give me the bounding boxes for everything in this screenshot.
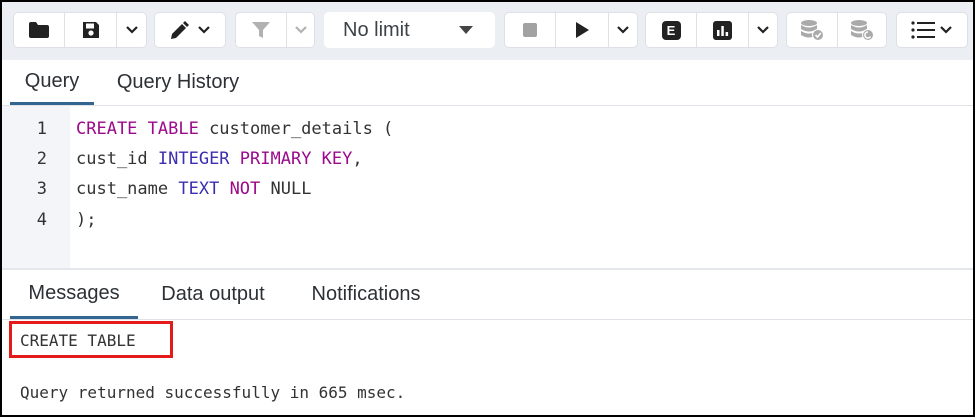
database-check-icon (801, 20, 824, 41)
macros-group (896, 12, 968, 48)
chevron-down-icon (294, 26, 307, 34)
code-line: cust_name TEXT NOT NULL (76, 179, 311, 199)
line-number: 3 (36, 179, 47, 199)
sql-type: INTEGER (157, 149, 230, 169)
transaction-group (786, 12, 887, 48)
stop-button[interactable] (505, 13, 556, 47)
chevron-down-icon (198, 26, 210, 34)
list-icon (911, 21, 935, 39)
save-icon (82, 22, 99, 38)
query-tabs: Query Query History (2, 60, 973, 106)
sql-text: cust_id (76, 149, 158, 169)
chart-icon (713, 20, 732, 40)
save-button[interactable] (65, 13, 117, 47)
database-undo-icon (851, 20, 874, 41)
folder-icon (29, 22, 49, 38)
caret-down-icon (459, 26, 473, 34)
tab-data-output[interactable]: Data output (142, 270, 284, 319)
result-tabs: Messages Data output Notifications (2, 270, 973, 320)
edit-group (154, 12, 226, 48)
sql-text: NULL (260, 179, 312, 199)
execute-group (504, 12, 638, 48)
limit-select[interactable]: No limit (324, 12, 495, 48)
sql-editor[interactable]: 1 2 3 4 CREATE TABLE customer_details ( … (2, 106, 973, 268)
tab-query[interactable]: Query (10, 60, 94, 105)
filter-button[interactable] (236, 13, 287, 47)
line-number: 2 (36, 149, 47, 169)
message-status: Query returned successfully in 665 msec. (20, 383, 406, 402)
line-gutter: 1 2 3 4 (2, 106, 70, 268)
line-number: 1 (36, 119, 47, 139)
tab-messages[interactable]: Messages (10, 270, 138, 319)
filter-group (235, 12, 315, 48)
chevron-down-icon (940, 26, 952, 34)
sql-keyword: PRIMARY KEY (239, 149, 353, 169)
file-group (13, 12, 147, 48)
explain-analyze-button[interactable] (697, 13, 749, 47)
execute-button[interactable] (556, 13, 609, 47)
highlight-box (9, 321, 173, 358)
pen-icon (171, 21, 189, 39)
tab-query-history[interactable]: Query History (98, 60, 258, 105)
sql-text: customer_details ( (198, 119, 394, 139)
filter-menu-button[interactable] (287, 13, 314, 47)
macros-menu-button[interactable] (897, 13, 967, 47)
explain-button[interactable]: E (646, 13, 697, 47)
sql-keyword: NOT (229, 179, 261, 199)
sql-type: TEXT (178, 179, 220, 199)
filter-icon (252, 22, 270, 38)
edit-menu-button[interactable] (155, 13, 225, 47)
chevron-down-icon (617, 26, 629, 34)
commit-button[interactable] (787, 13, 838, 47)
chevron-down-icon (757, 26, 769, 34)
sql-text: ); (76, 210, 97, 230)
code-line: ); (76, 210, 96, 230)
explain-icon: E (661, 20, 681, 40)
save-menu-button[interactable] (117, 13, 146, 47)
limit-select-value: No limit (343, 19, 410, 41)
play-icon (576, 22, 589, 38)
open-file-button[interactable] (14, 13, 65, 47)
rollback-button[interactable] (838, 13, 886, 47)
explain-menu-button[interactable] (749, 13, 777, 47)
execute-menu-button[interactable] (609, 13, 637, 47)
stop-icon (523, 23, 537, 37)
explain-group: E (645, 12, 778, 48)
toolbar: No limit E (2, 2, 973, 60)
chevron-down-icon (125, 26, 138, 34)
code-line: CREATE TABLE customer_details ( (76, 119, 393, 139)
sql-text: , (352, 149, 363, 169)
sql-text: cust_name (76, 179, 179, 199)
line-number: 4 (36, 210, 47, 230)
tab-notifications[interactable]: Notifications (290, 270, 442, 319)
code-line: cust_id INTEGER PRIMARY KEY, (76, 149, 363, 169)
query-tool-window: No limit E Query Query History 1 2 3 4 C… (0, 0, 975, 417)
sql-keyword: CREATE TABLE (76, 119, 199, 139)
